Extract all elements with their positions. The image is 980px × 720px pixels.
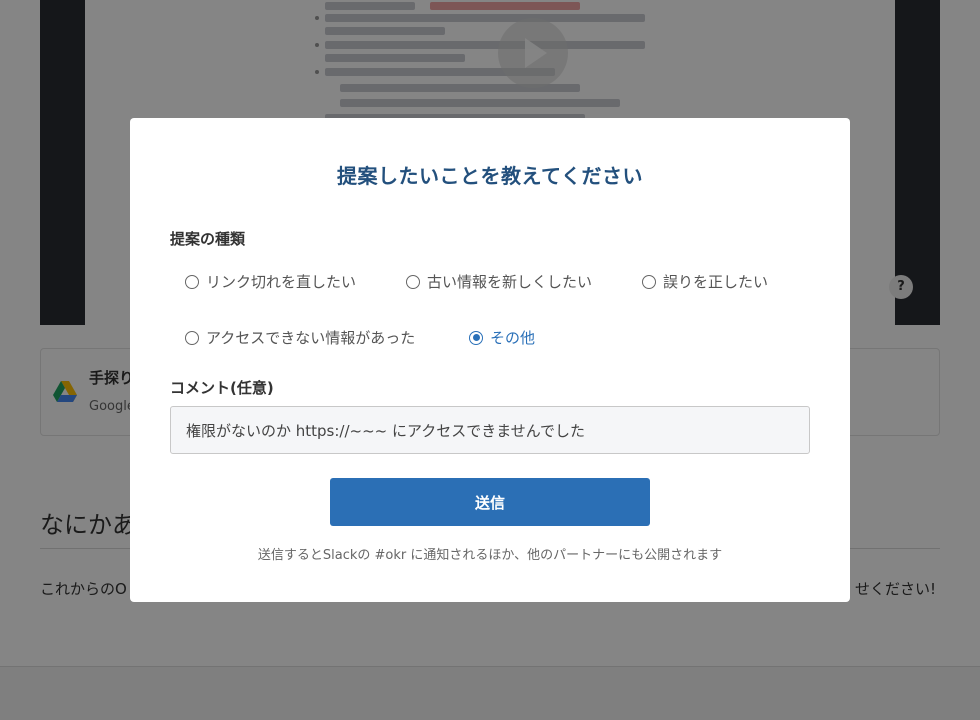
- radio-circle[interactable]: [185, 274, 199, 289]
- radio-label: 誤りを正したい: [663, 273, 769, 291]
- radio-circle[interactable]: [642, 274, 656, 289]
- radio-label: その他: [490, 329, 536, 347]
- comment-label: コメント(任意): [170, 379, 274, 397]
- radio-label: 古い情報を新しくしたい: [427, 273, 593, 291]
- radio-circle[interactable]: [185, 330, 199, 345]
- radio-other[interactable]: その他: [469, 327, 535, 348]
- suggestion-type-label: 提案の種類: [170, 230, 246, 248]
- radio-outdated-info[interactable]: 古い情報を新しくしたい: [406, 271, 592, 292]
- radio-label: リンク切れを直したい: [206, 273, 357, 291]
- radio-broken-link[interactable]: リンク切れを直したい: [185, 271, 356, 292]
- radio-fix-error[interactable]: 誤りを正したい: [642, 271, 768, 292]
- modal-title: 提案したいことを教えてください: [337, 164, 643, 188]
- radio-inaccessible-info[interactable]: アクセスできない情報があった: [185, 327, 415, 348]
- radio-label: アクセスできない情報があった: [206, 329, 416, 347]
- radio-circle[interactable]: [406, 274, 420, 289]
- comment-input[interactable]: [170, 406, 810, 454]
- suggestion-modal: 提案したいことを教えてください 提案の種類 リンク切れを直したい 古い情報を新し…: [130, 118, 850, 602]
- submit-button[interactable]: 送信: [330, 478, 650, 526]
- radio-circle[interactable]: [469, 330, 483, 345]
- publish-notice: 送信するとSlackの #okr に通知されるほか、他のパートナーにも公開されま…: [257, 548, 723, 563]
